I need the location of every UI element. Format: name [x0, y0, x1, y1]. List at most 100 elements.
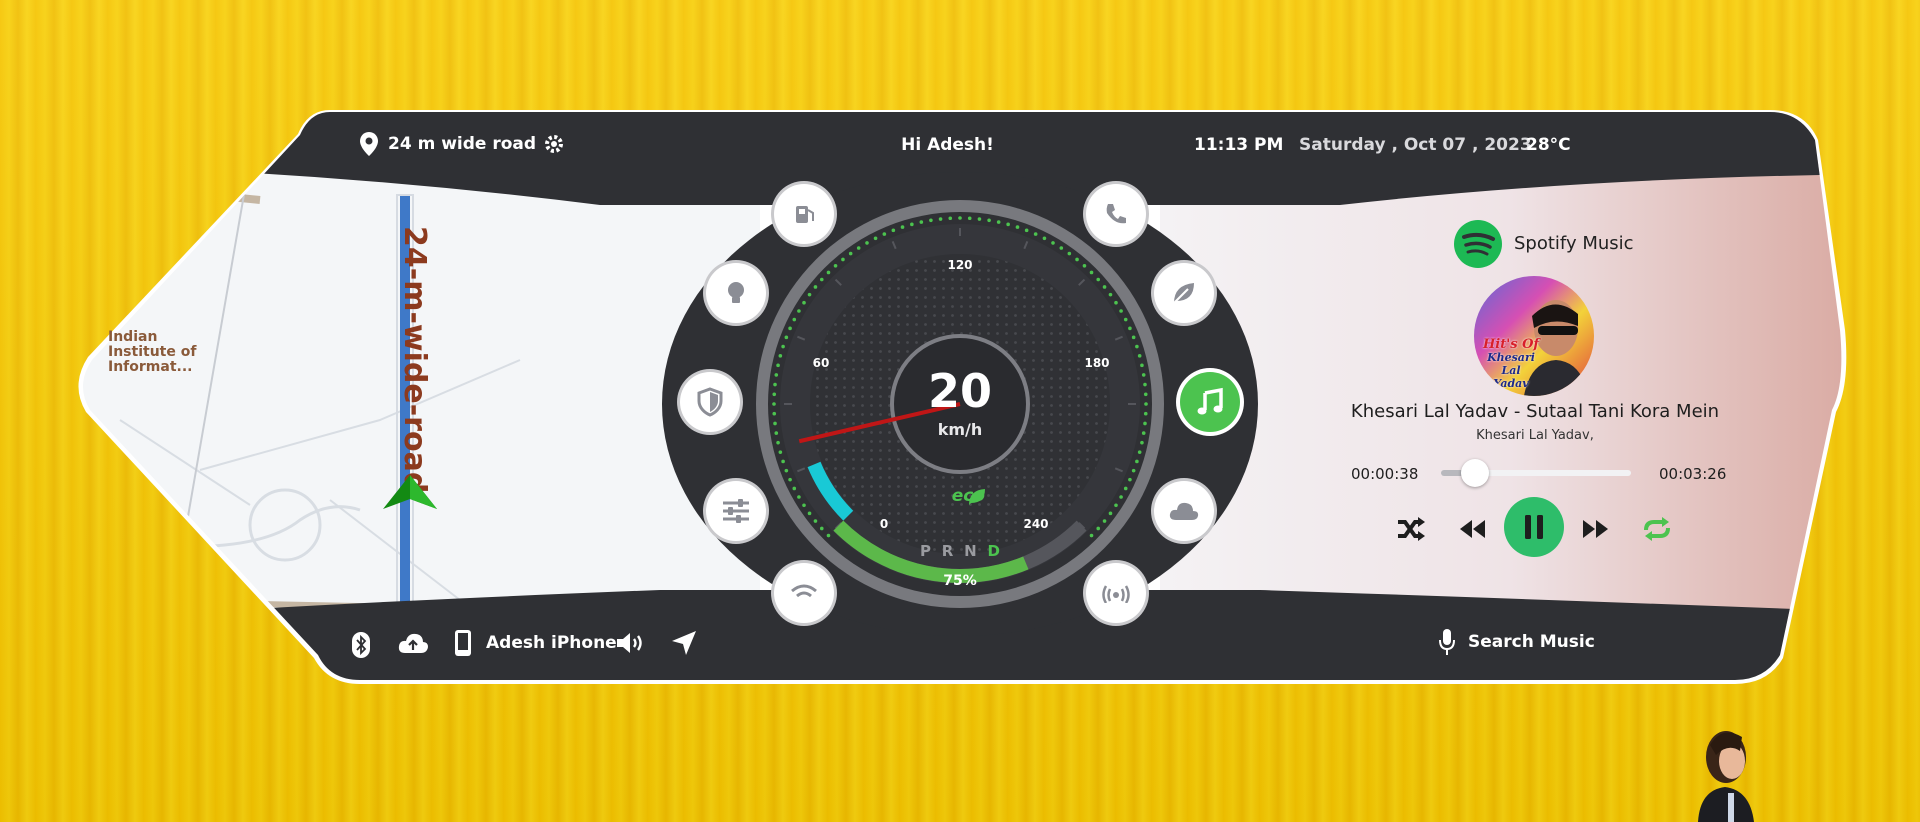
location-label: 24 m wide road: [388, 134, 537, 154]
bluetooth-button[interactable]: [350, 630, 372, 660]
gauge-dot: [1102, 519, 1107, 523]
gauge-dot: [1024, 228, 1029, 233]
gauge-dot: [938, 217, 943, 221]
album-text-1: Hit's Of: [1483, 337, 1539, 352]
gauge-dot: [1143, 411, 1148, 416]
gauge-dot: [826, 533, 831, 538]
gauge-dot: [774, 373, 779, 377]
gauge-dot: [1089, 533, 1094, 538]
gauge-dot: [1119, 495, 1123, 499]
track-artist: Khesari Lal Yadav,: [1476, 428, 1594, 443]
shuffle-button[interactable]: [1394, 512, 1428, 546]
gauge-dot: [1131, 468, 1136, 473]
gauge-dot: [797, 309, 801, 313]
gauge-dot: [772, 402, 776, 406]
battery-percent: 75%: [943, 573, 977, 589]
progress-track[interactable]: [1441, 459, 1631, 487]
gauge-dot: [1015, 225, 1020, 229]
bulb-icon: [728, 282, 744, 303]
gauge-dot: [1108, 292, 1113, 297]
microphone-icon: [1439, 629, 1455, 655]
tick-label-0: 0: [879, 517, 889, 531]
navigation-icon: [672, 631, 696, 655]
track-title: Khesari Lal Yadav - Sutaal Tani Kora Mei…: [1350, 401, 1720, 422]
gauge-dot: [865, 241, 869, 245]
gauge-dot: [1108, 511, 1113, 516]
settings-gear-icon[interactable]: [542, 132, 566, 156]
gauge-dot: [773, 421, 777, 426]
repeat-button[interactable]: [1640, 512, 1674, 546]
gauge-dot: [819, 526, 824, 531]
gauge-dot: [797, 495, 801, 499]
navigation-arrow-icon: [383, 475, 437, 509]
gauge-dot: [1144, 402, 1148, 406]
gauge-dot: [813, 519, 818, 523]
music-button[interactable]: [1180, 372, 1240, 432]
gauge-dot: [776, 440, 780, 445]
speaker-icon: [617, 633, 642, 653]
gauge-dot: [819, 277, 824, 282]
location-pin-icon: [360, 132, 378, 156]
volume-button[interactable]: [615, 629, 645, 657]
gauge-dot: [1119, 309, 1123, 313]
repeat-icon: [1644, 517, 1670, 541]
gauge-dot: [1059, 246, 1064, 250]
map-poi-label: Indian Institute of Informat...: [108, 330, 196, 375]
gauge-dot: [1067, 251, 1072, 256]
leaf-icon: [1173, 283, 1194, 304]
gauge-dot: [778, 354, 783, 358]
progress-knob[interactable]: [1461, 459, 1490, 487]
gauge-dot: [929, 218, 933, 223]
gauge-dot: [1143, 421, 1147, 426]
greeting: Hi Adesh!: [901, 135, 994, 155]
gear-d: D: [987, 542, 1000, 560]
gear-r: R: [941, 542, 954, 560]
shield-icon: [697, 387, 723, 417]
gauge-dot: [1137, 450, 1142, 454]
gauge-dot: [1140, 440, 1144, 445]
gauge-dot: [996, 220, 1001, 224]
gauge-dot: [919, 220, 924, 224]
smartphone-icon: [455, 630, 471, 656]
gauge-dot: [958, 216, 962, 220]
temperature-label: 28°C: [1526, 135, 1571, 155]
gauge-dot: [802, 503, 806, 508]
next-button[interactable]: [1579, 512, 1613, 546]
gauge-dot: [802, 300, 806, 305]
gauge-dot: [1096, 277, 1101, 282]
tick-label-120: 120: [947, 258, 973, 272]
gauge-dot: [891, 228, 896, 233]
gauge-dot: [807, 511, 812, 516]
clock-time: 11:13 PM: [1194, 135, 1284, 155]
security-button[interactable]: [680, 372, 740, 432]
gauge-dot: [948, 216, 953, 221]
gauge-dot: [788, 477, 792, 482]
previous-button[interactable]: [1455, 512, 1489, 546]
eco-leaf-icon: [969, 489, 985, 505]
gear-p: P: [920, 542, 931, 560]
dashboard: 24 m wide road Hi Adesh! 11:13 PM Saturd…: [0, 0, 1920, 822]
pause-button[interactable]: [1504, 497, 1564, 557]
gauge-dot: [774, 431, 779, 435]
gauge-dot: [792, 486, 797, 491]
phone-connection[interactable]: Adesh iPhone: [454, 629, 617, 657]
gauge-dot: [826, 270, 831, 275]
sliders-icon: [723, 499, 749, 523]
gauge-dot: [781, 344, 785, 349]
gauge-dot: [776, 363, 780, 368]
poi-line-1: Indian: [108, 329, 158, 345]
gauge-dot: [1096, 526, 1101, 531]
cloud-icon: [1169, 502, 1199, 520]
gauge-dot: [1114, 503, 1118, 508]
gauge-dot: [1140, 363, 1144, 368]
shuffle-icon: [1398, 517, 1425, 541]
gauge-dot: [873, 236, 878, 241]
gauge-dot: [807, 292, 812, 297]
navigate-button[interactable]: [670, 629, 698, 657]
location-group[interactable]: 24 m wide road: [358, 131, 536, 157]
gauge-dot: [900, 225, 905, 229]
search-music-button[interactable]: Search Music: [1438, 628, 1595, 656]
rewind-icon: [1460, 520, 1485, 538]
gauge-dot: [1042, 236, 1047, 241]
cloud-upload-button[interactable]: [397, 629, 429, 657]
